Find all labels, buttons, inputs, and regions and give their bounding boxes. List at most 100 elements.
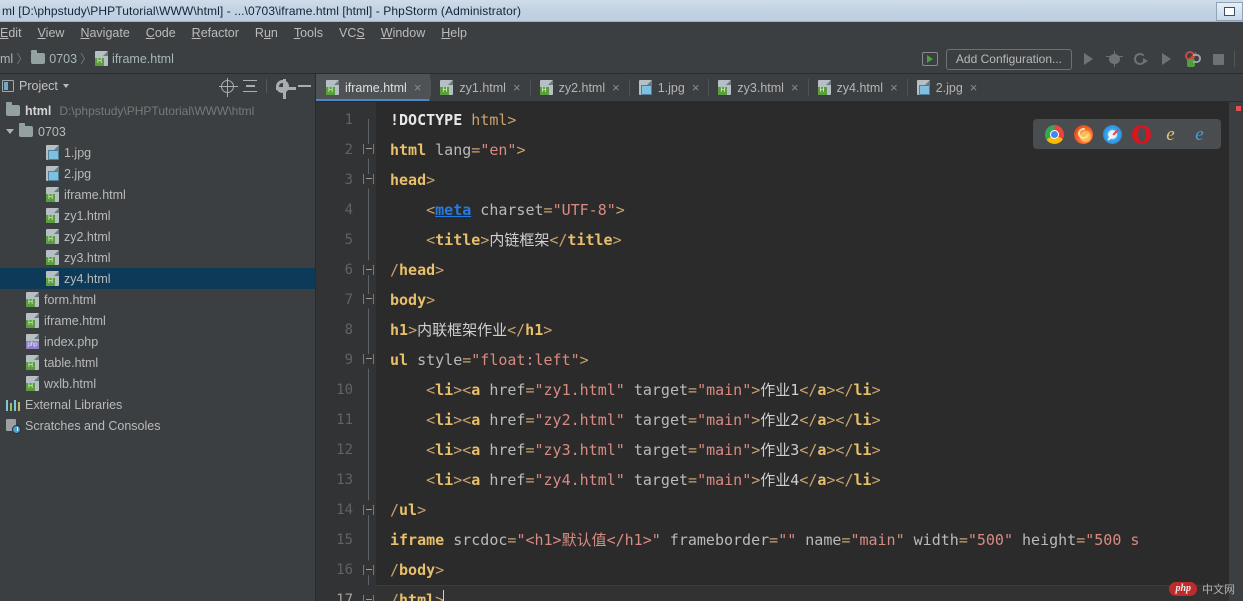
fold-marker-body[interactable] [362, 285, 376, 315]
code-line-16[interactable]: /body> [376, 555, 1243, 585]
fold-marker-head-end[interactable] [362, 255, 376, 285]
tree-item-iframe-html-0703[interactable]: iframe.html [0, 184, 315, 205]
chevron-down-icon[interactable] [6, 129, 14, 134]
run-button[interactable] [1078, 49, 1098, 69]
code-line-4[interactable]: <meta charset="UTF-8"> [376, 195, 1243, 225]
tree-item-index-php[interactable]: index.php [0, 331, 315, 352]
stop-button[interactable] [1208, 49, 1228, 69]
fold-marker-html[interactable] [362, 135, 376, 165]
close-icon[interactable]: × [414, 81, 422, 94]
code-text-area[interactable]: !DOCTYPE html> html lang="en"> head> <me… [376, 102, 1243, 601]
tree-item-zy1-html[interactable]: zy1.html [0, 205, 315, 226]
code-line-9[interactable]: ul style="float:left"> [376, 345, 1243, 375]
collapse-icon[interactable] [363, 560, 375, 575]
code-line-15[interactable]: iframe srcdoc="<h1>默认值</h1>" frameborder… [376, 525, 1243, 555]
menu-run[interactable]: Run [247, 24, 286, 42]
code-line-14[interactable]: /ul> [376, 495, 1243, 525]
project-tree[interactable]: html D:\phpstudy\PHPTutorial\WWW\html 07… [0, 98, 315, 601]
error-marker[interactable] [1236, 106, 1241, 111]
close-icon[interactable]: × [612, 81, 620, 94]
code-folding-gutter[interactable] [362, 102, 376, 601]
close-icon[interactable]: × [890, 81, 898, 94]
tab-iframe-html[interactable]: iframe.html × [316, 74, 431, 101]
safari-icon[interactable] [1103, 124, 1122, 144]
tree-item-table-html[interactable]: table.html [0, 352, 315, 373]
close-icon[interactable]: × [692, 81, 700, 94]
chrome-icon[interactable] [1045, 124, 1064, 144]
breadcrumb-item-0703[interactable]: 0703 [31, 50, 77, 66]
code-line-13[interactable]: <li><a href="zy4.html" target="main">作业4… [376, 465, 1243, 495]
tab-2-jpg[interactable]: 2.jpg × [906, 74, 987, 101]
code-line-12[interactable]: <li><a href="zy3.html" target="main">作业3… [376, 435, 1243, 465]
collapse-icon[interactable] [363, 260, 375, 275]
internet-explorer-icon[interactable]: e [1161, 125, 1180, 144]
tree-item-2jpg[interactable]: 2.jpg [0, 163, 315, 184]
tab-zy4-html[interactable]: zy4.html × [807, 74, 907, 101]
restore-window-button[interactable] [1216, 1, 1243, 21]
menu-tools[interactable]: Tools [286, 24, 331, 42]
debug-button[interactable] [1104, 49, 1124, 69]
collapse-icon[interactable] [363, 590, 375, 601]
tree-item-zy2-html[interactable]: zy2.html [0, 226, 315, 247]
tab-zy3-html[interactable]: zy3.html × [708, 74, 807, 101]
collapse-icon[interactable] [363, 500, 375, 515]
tree-item-form-html[interactable]: form.html [0, 289, 315, 310]
tree-item-scratches[interactable]: Scratches and Consoles [0, 415, 315, 436]
close-icon[interactable]: × [970, 81, 978, 94]
menu-navigate[interactable]: Navigate [72, 24, 137, 42]
code-line-17[interactable]: /html> [376, 585, 1243, 601]
menu-vcs[interactable]: VCS [331, 24, 373, 42]
fold-marker-ul[interactable] [362, 345, 376, 375]
code-line-11[interactable]: <li><a href="zy2.html" target="main">作业2… [376, 405, 1243, 435]
collapse-icon[interactable] [363, 144, 375, 159]
settings-gear-icon[interactable] [275, 79, 296, 99]
add-configuration-button[interactable]: Add Configuration... [945, 48, 1072, 70]
breadcrumb-item-file[interactable]: iframe.html [95, 51, 174, 66]
opera-icon[interactable] [1132, 124, 1151, 144]
close-icon[interactable]: × [791, 81, 799, 94]
code-line-10[interactable]: <li><a href="zy1.html" target="main">作业1… [376, 375, 1243, 405]
fold-marker-ul-end[interactable] [362, 495, 376, 525]
edge-icon[interactable]: e [1190, 125, 1209, 144]
menu-window[interactable]: Window [373, 24, 433, 42]
code-line-3[interactable]: head> [376, 165, 1243, 195]
collapse-all-icon[interactable] [243, 79, 257, 93]
run-configuration-selector[interactable] [920, 49, 940, 69]
menu-code[interactable]: Code [138, 24, 184, 42]
run-with-coverage-button[interactable] [1130, 49, 1150, 69]
code-line-7[interactable]: body> [376, 285, 1243, 315]
tab-zy2-html[interactable]: zy2.html × [529, 74, 629, 101]
collapse-icon[interactable] [363, 174, 375, 189]
php-profiler-button[interactable] [1182, 49, 1202, 69]
fold-marker-html-end[interactable] [362, 585, 376, 601]
code-editor[interactable]: 1 2 3 4 5 6 7 8 9 10 11 12 13 14 15 16 1… [316, 102, 1243, 601]
tree-item-external-libraries[interactable]: External Libraries [0, 394, 315, 415]
menu-help[interactable]: Help [433, 24, 475, 42]
menu-edit[interactable]: Edit [0, 24, 30, 42]
locate-icon[interactable] [219, 77, 238, 97]
collapse-icon[interactable] [363, 294, 375, 309]
close-icon[interactable]: × [513, 81, 521, 94]
error-stripe-scrollbar[interactable] [1229, 102, 1243, 601]
firefox-icon[interactable] [1074, 124, 1093, 144]
menu-refactor[interactable]: Refactor [184, 24, 247, 42]
collapse-icon[interactable] [363, 354, 375, 369]
tree-item-1jpg[interactable]: 1.jpg [0, 142, 315, 163]
profile-button[interactable] [1156, 49, 1176, 69]
tree-item-iframe-html[interactable]: iframe.html [0, 310, 315, 331]
project-view-selector[interactable]: Project [2, 79, 69, 93]
tree-item-zy4-html[interactable]: zy4.html [0, 268, 315, 289]
breadcrumb-item-root[interactable]: ml [0, 52, 13, 66]
code-line-6[interactable]: /head> [376, 255, 1243, 285]
tab-zy1-html[interactable]: zy1.html × [430, 74, 529, 101]
fold-marker-head[interactable] [362, 165, 376, 195]
tab-1-jpg[interactable]: 1.jpg × [628, 74, 709, 101]
hide-icon[interactable] [298, 85, 311, 87]
menu-view[interactable]: View [30, 24, 73, 42]
tree-item-zy3-html[interactable]: zy3.html [0, 247, 315, 268]
tree-item-html[interactable]: html D:\phpstudy\PHPTutorial\WWW\html [0, 100, 315, 121]
tree-item-wxlb-html[interactable]: wxlb.html [0, 373, 315, 394]
code-line-8[interactable]: h1>内联框架作业</h1> [376, 315, 1243, 345]
tree-item-0703[interactable]: 0703 [0, 121, 315, 142]
fold-marker-body-end[interactable] [362, 555, 376, 585]
